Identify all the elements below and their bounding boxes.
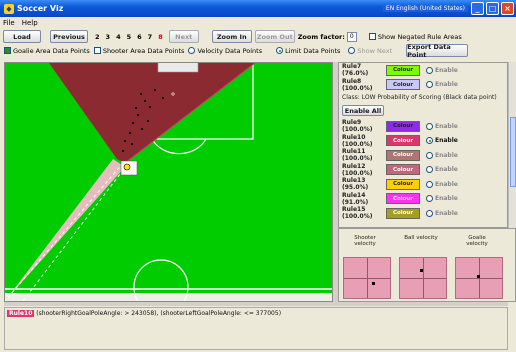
load-button[interactable]: Load: [3, 30, 41, 43]
field-bottom-strip: [5, 293, 332, 301]
rule-row-12: Rule12 (100.0%) Colour Enable: [339, 163, 507, 178]
zoom-in-button[interactable]: Zoom In: [211, 30, 252, 43]
enable-all-button[interactable]: Enable All: [342, 105, 384, 116]
shooter-velocity-plot: [343, 257, 391, 299]
limit-radio[interactable]: [276, 47, 284, 54]
scrollbar-thumb[interactable]: [510, 117, 516, 187]
menu-help[interactable]: Help: [22, 19, 38, 27]
enable-toggle[interactable]: Enable: [426, 151, 458, 159]
show-next-radio[interactable]: [348, 47, 356, 54]
previous-button[interactable]: Previous: [50, 30, 88, 43]
rule-list-panel: Rule7 (76.0%) Colour Enable Rule8 (100.0…: [338, 62, 508, 228]
page-link-3[interactable]: 3: [106, 33, 111, 41]
rule-label: Rule12 (100.0%): [342, 162, 373, 177]
rule-row-13: Rule13 (95.0%) Colour Enable: [339, 177, 507, 192]
enable-toggle[interactable]: Enable: [426, 180, 458, 188]
rule-row-9: Rule9 (100.0%) Colour Enable: [339, 119, 507, 134]
goalie-velocity-label: Goalie velocity: [466, 235, 488, 247]
enable-toggle[interactable]: Enable: [426, 195, 458, 203]
page-link-7[interactable]: 7: [148, 33, 153, 41]
rule-row-15: Rule15 (100.0%) Colour Enable: [339, 206, 507, 221]
rule-condition-text: (shooterRightGoalPoleAngle: > 243058), (…: [36, 310, 282, 317]
show-next-label: Show Next: [357, 46, 393, 55]
shooter-area-label: Shooter Area Data Points: [102, 46, 185, 55]
page-link-5[interactable]: 5: [127, 33, 132, 41]
colour-button[interactable]: Colour: [386, 193, 420, 205]
rule-label: Rule7 (76.0%): [342, 63, 369, 78]
colour-button[interactable]: Colour: [386, 64, 420, 76]
horizontal-splitter[interactable]: [4, 302, 508, 306]
rule-label: Rule14 (91.0%): [342, 191, 369, 206]
colour-button[interactable]: Colour: [386, 120, 420, 132]
colour-button[interactable]: Colour: [386, 79, 420, 91]
page-link-4[interactable]: 4: [116, 33, 121, 41]
player-icon: [123, 163, 131, 171]
rule-row-14: Rule14 (91.0%) Colour Enable: [339, 192, 507, 207]
shooter-area-checkbox[interactable]: [93, 47, 101, 54]
colour-button[interactable]: Colour: [386, 178, 420, 190]
rule-row-11: Rule11 (100.0%) Colour Enable: [339, 148, 507, 163]
rule-label: Rule8 (100.0%): [342, 77, 373, 92]
page-link-8[interactable]: 8: [158, 33, 163, 41]
page-link-2[interactable]: 2: [95, 33, 100, 41]
enable-toggle[interactable]: Enable: [426, 209, 458, 217]
velocity-radio[interactable]: [188, 47, 196, 54]
rule-label: Rule11 (100.0%): [342, 148, 373, 163]
app-icon: ◆: [4, 3, 14, 14]
colour-button[interactable]: Colour: [386, 164, 420, 176]
export-button[interactable]: Export Data Point: [406, 43, 469, 59]
enable-toggle[interactable]: Enable: [426, 122, 458, 130]
enable-toggle[interactable]: Enable: [426, 66, 458, 74]
rule-label: Rule10 (100.0%): [342, 133, 373, 148]
colour-button[interactable]: Colour: [386, 135, 420, 147]
menu-file[interactable]: File: [3, 19, 15, 27]
zoom-factor-input[interactable]: 0: [346, 31, 357, 42]
window-title: Soccer Viz: [17, 4, 64, 13]
limit-label: Limit Data Points: [285, 46, 341, 55]
rule-row-7: Rule7 (76.0%) Colour Enable: [339, 63, 507, 78]
goal: [157, 63, 199, 73]
goalie-area-label: Goalie Area Data Points: [13, 46, 90, 55]
next-button[interactable]: Next: [168, 30, 199, 43]
rule-tag: Rule10: [7, 310, 35, 317]
zoom-factor-label: Zoom factor:: [297, 32, 345, 41]
colour-button[interactable]: Colour: [386, 149, 420, 161]
show-negated-checkbox[interactable]: [368, 33, 376, 40]
goalie-velocity-plot: [455, 257, 503, 299]
rule-description-panel: Rule10 (shooterRightGoalPoleAngle: > 243…: [4, 307, 508, 350]
show-negated-label: Show Negated Rule Areas: [377, 32, 462, 41]
menu-bar: File Help: [0, 17, 516, 28]
rule-list-scrollbar[interactable]: [508, 62, 516, 228]
options-row: Goalie Area Data Points Shooter Area Dat…: [0, 43, 516, 59]
minimize-icon[interactable]: _: [471, 2, 484, 15]
soccer-field-view[interactable]: [4, 62, 333, 302]
title-bar: ◆ Soccer Viz EN English (United States) …: [0, 0, 516, 17]
page-link-6[interactable]: 6: [137, 33, 142, 41]
colour-button[interactable]: Colour: [386, 207, 420, 219]
goalie-area-checkbox[interactable]: [4, 47, 11, 54]
rule-row-10: Rule10 (100.0%) Colour Enable: [339, 134, 507, 149]
ball-velocity-label: Ball velocity: [404, 235, 438, 241]
velocity-label: Velocity Data Points: [197, 46, 263, 55]
close-icon[interactable]: ×: [501, 2, 514, 15]
rule-row-8: Rule8 (100.0%) Colour Enable: [339, 78, 507, 93]
zoom-out-button[interactable]: Zoom Out: [254, 30, 295, 43]
language-indicator[interactable]: EN English (United States): [382, 5, 468, 12]
rule-label: Rule15 (100.0%): [342, 206, 373, 221]
class-header: Class: LOW Probability of Scoring (Black…: [342, 94, 497, 101]
enable-toggle[interactable]: Enable: [426, 166, 458, 174]
enable-toggle[interactable]: Enable: [426, 137, 458, 145]
rule-label: Rule13 (95.0%): [342, 177, 369, 192]
ball-velocity-plot: [399, 257, 447, 299]
velocity-panel: Shooter velocity Ball velocity Goalie ve…: [338, 228, 516, 302]
enable-toggle[interactable]: Enable: [426, 81, 458, 89]
maximize-icon[interactable]: □: [486, 2, 499, 15]
shooter-velocity-label: Shooter velocity: [354, 235, 376, 247]
rule-label: Rule9 (100.0%): [342, 119, 373, 134]
